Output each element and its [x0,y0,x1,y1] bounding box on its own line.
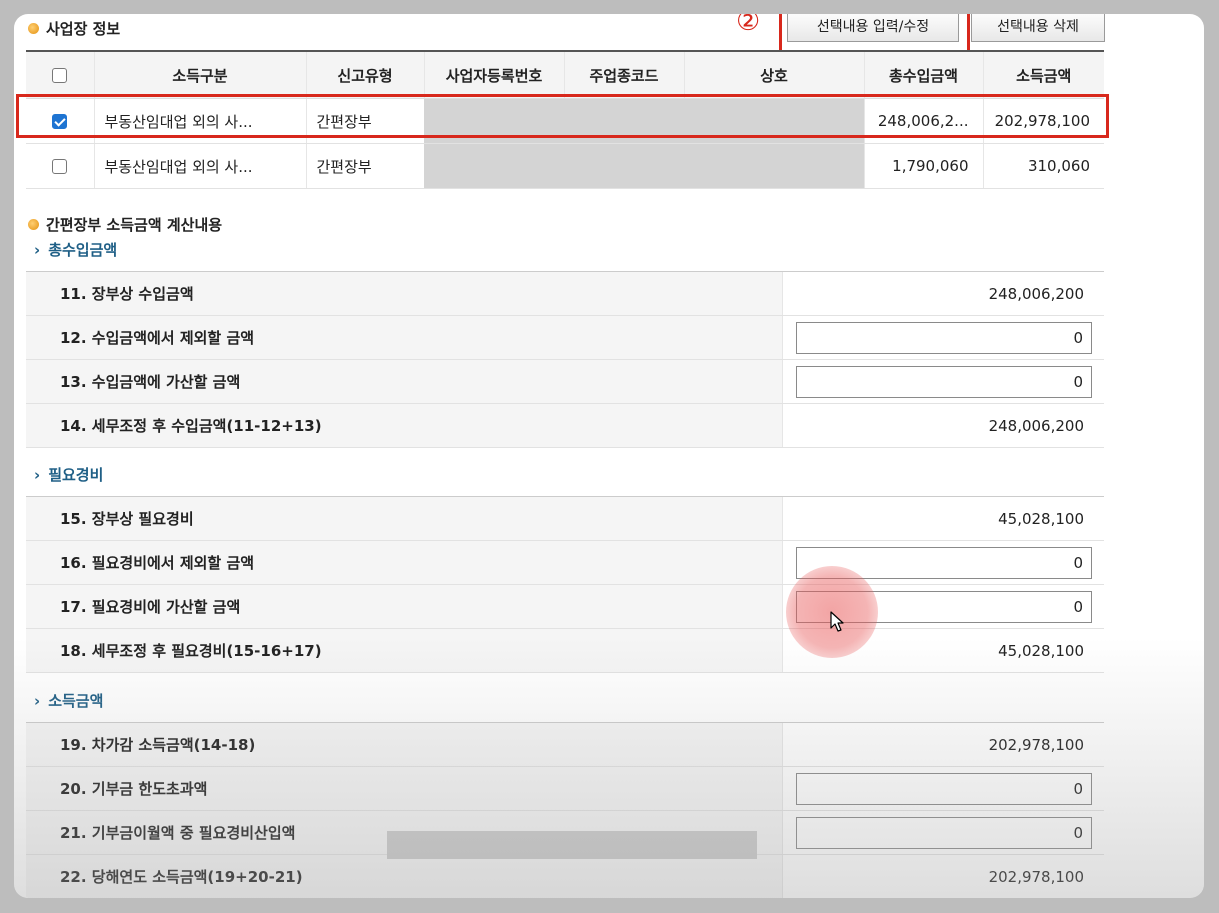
donation-excess-input[interactable] [796,773,1092,805]
col-industry-code: 주업종코드 [563,50,684,99]
report-type-cell: 간편장부 [305,143,424,189]
col-business-reg-no: 사업자등록번호 [423,50,564,99]
business-name-cell [684,98,865,144]
income-type-cell: 부동산임대업 외의 사... [93,143,306,189]
col-income-type: 소득구분 [93,50,306,99]
add-income-input[interactable] [796,366,1092,398]
calc-title: 간편장부 소득금액 계산내용 [46,216,223,234]
chevron-right-icon: › [34,240,41,259]
calc-row-17: 17. 필요경비에 가산할 금액 [26,585,1104,629]
calc-row-16: 16. 필요경비에서 제외할 금액 [26,541,1104,585]
calc-label: 20. 기부금 한도초과액 [26,767,783,810]
row-checkbox[interactable] [52,159,68,174]
calc-label: 14. 세무조정 후 수입금액(11-12+13) [26,404,783,447]
orange-bullet-icon [28,23,39,34]
business-table: 소득구분 신고유형 사업자등록번호 주업종코드 상호 총수입금액 소득금액 부동… [26,50,1104,189]
calc-value: 45,028,100 [998,641,1084,660]
subsection-label: 총수입금액 [48,241,118,259]
business-name-cell [684,143,865,189]
calc-label: 13. 수입금액에 가산할 금액 [26,360,783,403]
mouse-cursor-icon [830,611,844,632]
subsection-label: 소득금액 [48,692,104,710]
donation-carryover-input[interactable] [796,817,1092,849]
calc-value: 202,978,100 [988,735,1084,754]
select-all-checkbox[interactable] [52,68,68,83]
col-total-income: 총수입금액 [863,50,983,99]
total-income-cell: 248,006,2... [863,98,983,144]
calc-value: 45,028,100 [998,509,1084,528]
calc-row-15: 15. 장부상 필요경비 45,028,100 [26,497,1104,541]
calc-label: 11. 장부상 수입금액 [26,272,783,315]
income-amount-cell: 310,060 [982,143,1104,189]
orange-bullet-icon [28,219,39,230]
col-income-amount: 소득금액 [982,50,1104,99]
calc-value: 202,978,100 [988,867,1084,886]
calc-row-14: 14. 세무조정 후 수입금액(11-12+13) 248,006,200 [26,404,1104,448]
row-checkbox-cell [26,143,94,189]
calc-label: 19. 차가감 소득금액(14-18) [26,723,783,766]
calc-row-13: 13. 수입금액에 가산할 금액 [26,360,1104,404]
table-row[interactable]: 부동산임대업 외의 사... 간편장부 248,006,2... 202,978… [26,98,1104,144]
exclude-expense-input[interactable] [796,547,1092,579]
chevron-right-icon: › [34,465,41,484]
calc-value: 248,006,200 [988,416,1084,435]
table-row[interactable]: 부동산임대업 외의 사... 간편장부 1,790,060 310,060 [26,143,1104,189]
main-frame: 사업장 정보 선택내용 입력/수정 선택내용 삭제 ② ① 소득구분 신고유형 … [14,14,1204,898]
delete-selected-button[interactable]: 선택내용 삭제 [971,14,1105,42]
calc-row-11: 11. 장부상 수입금액 248,006,200 [26,272,1104,316]
income-type-cell: 부동산임대업 외의 사... [93,98,306,144]
select-all-cell [26,50,94,99]
annotation-number-two: ② [736,14,761,37]
calc-row-20: 20. 기부금 한도초과액 [26,767,1104,811]
calc-label: 18. 세무조정 후 필요경비(15-16+17) [26,629,783,672]
business-info-title-wrap: 사업장 정보 [28,18,120,39]
industry-code-cell [564,143,684,189]
subsection-label: 필요경비 [48,466,104,484]
col-business-name: 상호 [683,50,864,99]
income-amount-cell: 202,978,100 [982,98,1104,144]
business-info-title: 사업장 정보 [46,20,121,38]
calc-value: 248,006,200 [988,284,1084,303]
calc-label: 16. 필요경비에서 제외할 금액 [26,541,783,584]
report-type-cell: 간편장부 [305,98,424,144]
subsection-title-total-income: › 총수입금액 [34,239,117,260]
calc-row-22: 22. 당해연도 소득금액(19+20-21) 202,978,100 [26,855,1104,898]
calc-label: 15. 장부상 필요경비 [26,497,783,540]
calc-block-expenses: 15. 장부상 필요경비 45,028,100 16. 필요경비에서 제외할 금… [26,496,1104,673]
total-income-cell: 1,790,060 [863,143,983,189]
calc-label: 22. 당해연도 소득금액(19+20-21) [26,855,783,898]
calc-label: 17. 필요경비에 가산할 금액 [26,585,783,628]
calc-block-income-amount: 19. 차가감 소득금액(14-18) 202,978,100 20. 기부금 … [26,722,1104,898]
subsection-title-expenses: › 필요경비 [34,464,103,485]
exclude-income-input[interactable] [796,322,1092,354]
edit-selected-button[interactable]: 선택내용 입력/수정 [787,14,959,42]
chevron-right-icon: › [34,691,41,710]
industry-code-cell [564,98,684,144]
row-checkbox-cell [26,98,94,144]
col-report-type: 신고유형 [305,50,424,99]
calc-title-wrap: 간편장부 소득금액 계산내용 [28,214,222,235]
business-reg-no-cell [424,98,564,144]
row-checkbox[interactable] [52,114,68,129]
calc-label: 12. 수입금액에서 제외할 금액 [26,316,783,359]
calc-row-12: 12. 수입금액에서 제외할 금액 [26,316,1104,360]
calc-block-total-income: 11. 장부상 수입금액 248,006,200 12. 수입금액에서 제외할 … [26,271,1104,448]
calc-row-18: 18. 세무조정 후 필요경비(15-16+17) 45,028,100 [26,629,1104,673]
calc-row-19: 19. 차가감 소득금액(14-18) 202,978,100 [26,723,1104,767]
redacted-bar [387,831,757,859]
business-reg-no-cell [424,143,564,189]
table-header-row: 소득구분 신고유형 사업자등록번호 주업종코드 상호 총수입금액 소득금액 [26,50,1104,99]
subsection-title-income-amount: › 소득금액 [34,690,103,711]
